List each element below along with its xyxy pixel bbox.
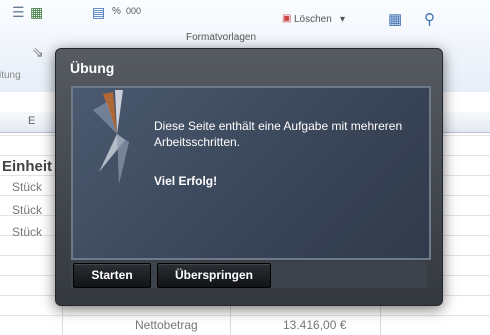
align-icon[interactable]: ☰ xyxy=(12,4,25,21)
unit-cell[interactable]: Stück xyxy=(12,180,42,194)
start-button[interactable]: Starten xyxy=(73,263,151,288)
logo-rays-icon xyxy=(93,90,129,184)
dialog-content-panel: Diese Seite enthält eine Aufgabe mit meh… xyxy=(71,86,431,260)
sum-icon[interactable]: ▦ xyxy=(388,10,402,28)
delete-button[interactable]: Löschen xyxy=(294,14,332,25)
dialog-title: Übung xyxy=(70,60,115,76)
skip-button[interactable]: Überspringen xyxy=(157,263,271,288)
column-header-e[interactable]: E xyxy=(28,115,35,127)
find-icon[interactable]: ⚲ xyxy=(424,10,435,28)
merge-cells-icon[interactable]: ▦ xyxy=(30,4,43,21)
net-amount-label[interactable]: Nettobetrag xyxy=(135,318,198,332)
indent-icon[interactable]: ⇘ xyxy=(32,44,44,61)
dialog-button-bar: Starten Überspringen xyxy=(71,262,427,288)
percent-button[interactable]: % xyxy=(112,6,121,17)
delete-dropdown-icon[interactable]: ▾ xyxy=(340,14,345,25)
dialog-encouragement: Viel Erfolg! xyxy=(154,174,218,188)
unit-header-cell[interactable]: Einheit xyxy=(2,158,52,175)
delete-icon[interactable]: ▣ xyxy=(282,13,291,24)
unit-cell[interactable]: Stück xyxy=(12,203,42,217)
exercise-dialog: Übung Diese Seite enthält eine Aufgabe m… xyxy=(55,48,443,306)
dialog-message: Diese Seite enthält eine Aufgabe mit meh… xyxy=(154,119,403,149)
unit-cell[interactable]: Stück xyxy=(12,225,42,239)
currency-format-icon[interactable]: ▤ xyxy=(92,4,105,21)
thousands-button[interactable]: 000 xyxy=(126,6,141,16)
ribbon-group-label: itung xyxy=(0,70,21,81)
styles-group-label[interactable]: Formatvorlagen xyxy=(186,32,256,43)
net-amount-value[interactable]: 13.416,00 € xyxy=(283,318,346,332)
